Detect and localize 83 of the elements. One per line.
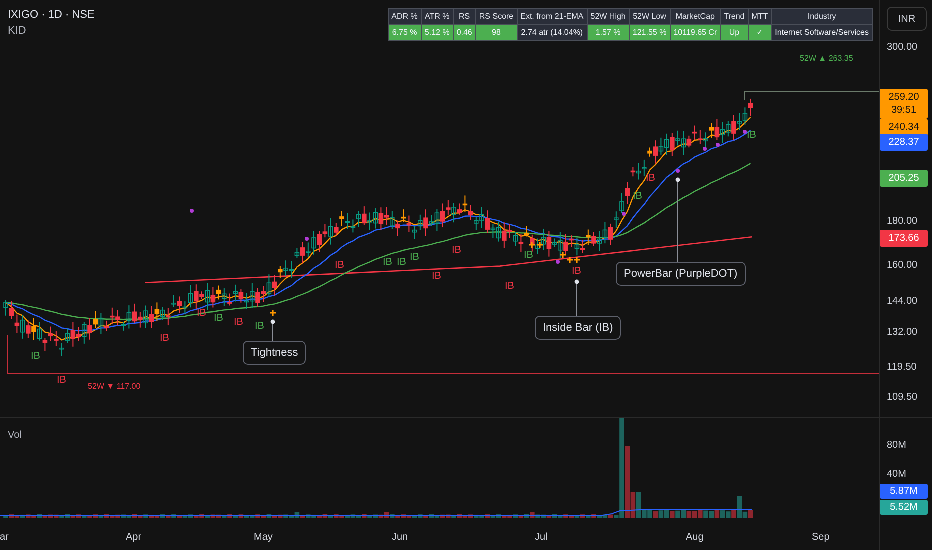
price-axis-label: 160.00 — [887, 261, 918, 271]
table-cell: 6.75 % — [388, 24, 422, 40]
inside-bar-label: IB — [633, 192, 642, 202]
price-level-label: 52W ▼ 117.00 — [88, 383, 141, 391]
table-cell: Internet Software/Services — [772, 24, 872, 40]
price-axis-label: 132.00 — [887, 328, 918, 338]
price-axis-label: 109.50 — [887, 393, 918, 403]
dot-marker — [556, 260, 560, 264]
pane-title: Vol — [8, 430, 22, 442]
table-cell: ✓ — [748, 24, 772, 40]
inside-bar-label: IB — [214, 314, 224, 324]
price-tag-text: 240.34 — [888, 121, 920, 134]
annotation-callout: Tightness — [243, 341, 306, 365]
inside-bar-label: IB — [747, 131, 756, 141]
price-level-label: 52W ▲ 263.35 — [800, 55, 854, 63]
dot-marker — [190, 209, 194, 213]
price-axis-label: 180.00 — [887, 217, 918, 227]
inside-bar-label: IB — [410, 253, 420, 263]
table-cell: 121.55 % — [629, 24, 670, 40]
dot-marker — [676, 169, 680, 173]
column-header: Ext. from 21-EMA — [517, 8, 588, 24]
inside-bar-label: IB — [31, 352, 40, 362]
price-tag-text: 173.66 — [888, 232, 920, 245]
volume-tag: 5.87M — [880, 484, 928, 500]
time-axis-label: Jun — [392, 532, 408, 544]
dot-marker — [305, 237, 309, 241]
table-cell: 10119.65 Cr — [670, 24, 721, 40]
inside-bar-label: IB — [335, 261, 344, 271]
column-header: Trend — [720, 8, 748, 24]
time-axis-label: May — [254, 532, 273, 544]
dot-marker — [743, 130, 747, 134]
time-axis-label: Apr — [126, 532, 142, 544]
column-header: RS Score — [476, 8, 518, 24]
inside-bar-label: IB — [57, 376, 66, 386]
time-axis-label: Aug — [686, 532, 704, 544]
volume-axis-label: 80M — [887, 441, 906, 452]
inside-bar-label: IB — [397, 258, 406, 268]
table-cell: Up — [720, 24, 748, 40]
leader-line — [574, 280, 580, 316]
column-header: ATR % — [421, 8, 454, 24]
dot-marker — [622, 212, 626, 216]
price-tag-text: 39:51 — [891, 104, 917, 117]
column-header: 52W Low — [629, 8, 670, 24]
column-header: MarketCap — [670, 8, 721, 24]
inside-bar-label: IB — [524, 251, 534, 261]
annotation-callout: Inside Bar (IB) — [535, 316, 622, 340]
table-cell: 2.74 atr (14.04%) — [517, 24, 588, 40]
annotation-callout: PowerBar (PurpleDOT) — [616, 262, 746, 286]
column-header: RS — [453, 8, 476, 24]
inside-bar-label: IB — [383, 258, 392, 268]
volume-axis-label: 40M — [887, 470, 906, 480]
inside-bar-label: IB — [646, 174, 656, 184]
column-header: MTT — [748, 8, 772, 24]
volume-tag: 5.52M — [880, 500, 928, 516]
column-header: Industry — [772, 8, 872, 24]
indicator-name: KID — [8, 25, 28, 37]
column-header: 52W High — [587, 8, 630, 24]
inside-bar-label: IB — [160, 334, 170, 344]
dot-marker — [703, 147, 707, 151]
price-tag-text: 228.37 — [888, 136, 920, 149]
inside-bar-label: IB — [572, 267, 582, 277]
inside-bar-label: IB — [505, 282, 514, 292]
time-axis-label: Jul — [535, 532, 548, 544]
currency-button[interactable]: INR — [887, 7, 927, 31]
dot-marker — [716, 143, 720, 147]
price-axis-label: 119.50 — [887, 363, 917, 373]
time-axis-label: ar — [0, 532, 9, 544]
inside-bar-label: IB — [432, 272, 442, 282]
inside-bar-label: IB — [452, 246, 462, 256]
price-tag-text: 205.25 — [888, 172, 920, 185]
table-cell: 5.12 % — [421, 24, 454, 40]
column-header: ADR % — [388, 8, 422, 24]
inside-bar-label: IB — [255, 322, 264, 332]
plus-icon — [269, 309, 277, 317]
table-cell: 98 — [476, 24, 518, 40]
symbol-title: IXIGO · 1D · NSE — [8, 9, 95, 21]
price-tag-text: 259.20 — [888, 91, 920, 104]
table-cell: 1.57 % — [587, 24, 630, 40]
inside-bar-label: IB — [234, 318, 244, 328]
leader-line — [270, 320, 276, 342]
price-axis-label: 144.00 — [887, 297, 918, 307]
price-axis-label: 300.00 — [887, 43, 918, 53]
time-axis-label: Sep — [812, 532, 830, 544]
